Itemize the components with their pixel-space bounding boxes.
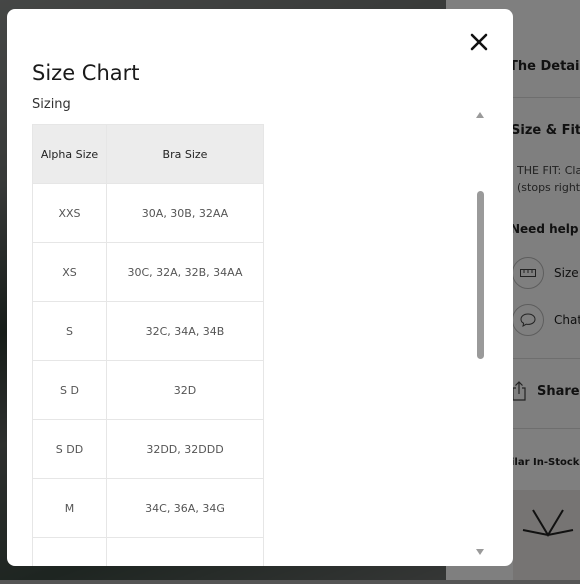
scroll-up-arrow-icon[interactable] [475, 104, 485, 123]
bra-size-cell: 32C, 34A, 34B [107, 302, 263, 360]
alpha-size-cell [33, 538, 106, 566]
table-row: M 34C, 36A, 34G [33, 479, 263, 537]
bra-size-cell: 32DD, 32DDD [107, 420, 263, 478]
bra-size-cell: 30C, 32A, 32B, 34AA [107, 243, 263, 301]
column-header-bra-size: Bra Size [107, 125, 263, 183]
close-icon [470, 33, 488, 51]
table-row [33, 538, 263, 566]
scroll-down-arrow-icon[interactable] [475, 541, 485, 560]
size-chart-modal: Size Chart Sizing Alpha Size Bra Size XX… [7, 9, 513, 566]
sizing-section-label: Sizing [32, 97, 71, 112]
alpha-size-cell: XXS [33, 184, 106, 242]
alpha-size-cell: S [33, 302, 106, 360]
table-row: S D 32D [33, 361, 263, 419]
bra-size-cell: 34C, 36A, 34G [107, 479, 263, 537]
column-header-alpha-size: Alpha Size [33, 125, 106, 183]
alpha-size-cell: S D [33, 361, 106, 419]
table-row: S DD 32DD, 32DDD [33, 420, 263, 478]
alpha-size-cell: M [33, 479, 106, 537]
table-row: S 32C, 34A, 34B [33, 302, 263, 360]
close-button[interactable] [468, 31, 490, 53]
table-row: XXS 30A, 30B, 32AA [33, 184, 263, 242]
bra-size-cell [107, 538, 263, 566]
bra-size-cell: 32D [107, 361, 263, 419]
size-table: Alpha Size Bra Size XXS 30A, 30B, 32AA X… [32, 124, 264, 566]
bra-size-cell: 30A, 30B, 32AA [107, 184, 263, 242]
table-header-row: Alpha Size Bra Size [33, 125, 263, 183]
table-row: XS 30C, 32A, 32B, 34AA [33, 243, 263, 301]
size-table-container: Alpha Size Bra Size XXS 30A, 30B, 32AA X… [32, 124, 267, 566]
alpha-size-cell: XS [33, 243, 106, 301]
alpha-size-cell: S DD [33, 420, 106, 478]
scrollbar-thumb[interactable] [477, 191, 484, 359]
modal-title: Size Chart [32, 61, 140, 85]
